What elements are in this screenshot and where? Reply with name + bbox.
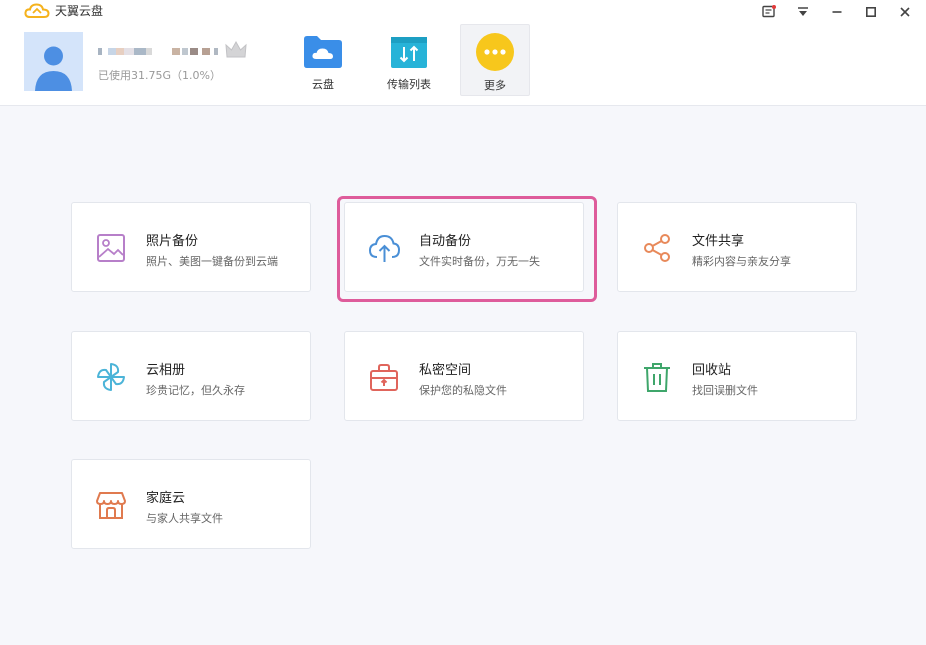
card-subtitle: 精彩内容与亲友分享 [692, 255, 791, 268]
app-title: 天翼云盘 [24, 3, 103, 19]
card-title: 家庭云 [146, 491, 186, 506]
card-photo-backup[interactable]: 照片备份 照片、美图一键备份到云端 [71, 202, 311, 292]
maximize-icon[interactable] [858, 2, 884, 22]
card-title: 回收站 [692, 363, 732, 378]
nav-transfer-list[interactable]: 传输列表 [374, 24, 444, 96]
card-subtitle: 照片、美图一键备份到云端 [146, 255, 278, 268]
nav-cloud-disk[interactable]: 云盘 [288, 24, 358, 96]
pinwheel-icon [94, 360, 128, 394]
card-title: 文件共享 [692, 234, 745, 249]
menu-dropdown-icon[interactable] [790, 2, 816, 22]
card-cloud-album[interactable]: 云相册 珍贵记忆，但久永存 [71, 331, 311, 421]
nav-cloud-disk-label: 云盘 [312, 78, 334, 91]
nav-more-label: 更多 [484, 79, 506, 92]
trash-icon [640, 360, 674, 394]
house-icon [94, 488, 128, 522]
card-title: 照片备份 [146, 234, 199, 249]
window-controls [756, 2, 918, 22]
nav-more[interactable]: 更多 [460, 24, 530, 96]
card-subtitle: 珍贵记忆，但久永存 [146, 384, 245, 397]
transfer-icon [388, 30, 430, 72]
card-title: 私密空间 [419, 363, 472, 378]
card-subtitle: 找回误删文件 [692, 384, 758, 397]
share-icon [640, 231, 674, 265]
avatar[interactable] [24, 32, 83, 91]
photo-icon [94, 231, 128, 265]
card-subtitle: 保护您的私隐文件 [419, 384, 507, 397]
feedback-icon[interactable] [756, 2, 782, 22]
card-family-cloud[interactable]: 家庭云 与家人共享文件 [71, 459, 311, 549]
highlight-box [337, 196, 597, 302]
card-recycle-bin[interactable]: 回收站 找回误删文件 [617, 331, 857, 421]
folder-cloud-icon [302, 30, 344, 72]
header-bar: 天翼云盘 已使用31.75G（1.0%） 云盘 传输列表 更多 [0, 0, 926, 106]
user-name-blurred [98, 40, 248, 62]
more-icon [474, 31, 516, 73]
close-icon[interactable] [892, 2, 918, 22]
card-file-share[interactable]: 文件共享 精彩内容与亲友分享 [617, 202, 857, 292]
card-title: 云相册 [146, 363, 186, 378]
crown-icon [225, 40, 247, 64]
minimize-icon[interactable] [824, 2, 850, 22]
storage-usage-text: 已使用31.75G（1.0%） [98, 69, 221, 82]
card-subtitle: 与家人共享文件 [146, 512, 223, 525]
safe-box-icon [367, 360, 401, 394]
tianyi-cloud-logo-icon [24, 3, 50, 19]
nav-transfer-list-label: 传输列表 [387, 78, 431, 91]
card-private-space[interactable]: 私密空间 保护您的私隐文件 [344, 331, 584, 421]
app-name: 天翼云盘 [55, 4, 104, 18]
